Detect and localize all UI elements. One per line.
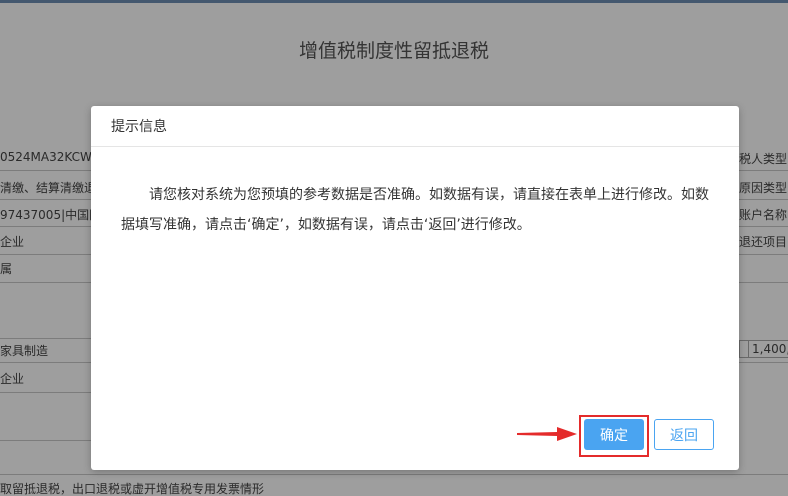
prompt-dialog: 提示信息 请您核对系统为您预填的参考数据是否准确。如数据有误，请直接在表单上进行…	[91, 106, 739, 470]
back-button[interactable]: 返回	[654, 419, 714, 450]
dialog-title: 提示信息	[111, 119, 167, 135]
page: 增值税制度性留抵退税 0524MA32KCW 清缴、结算清缴退 97437005…	[0, 0, 788, 496]
arrow-right-icon	[517, 427, 577, 441]
dialog-message: 请您核对系统为您预填的参考数据是否准确。如数据有误，请直接在表单上进行修改。如数…	[121, 187, 709, 233]
dialog-header: 提示信息	[91, 106, 739, 147]
confirm-button[interactable]: 确定	[584, 419, 644, 450]
